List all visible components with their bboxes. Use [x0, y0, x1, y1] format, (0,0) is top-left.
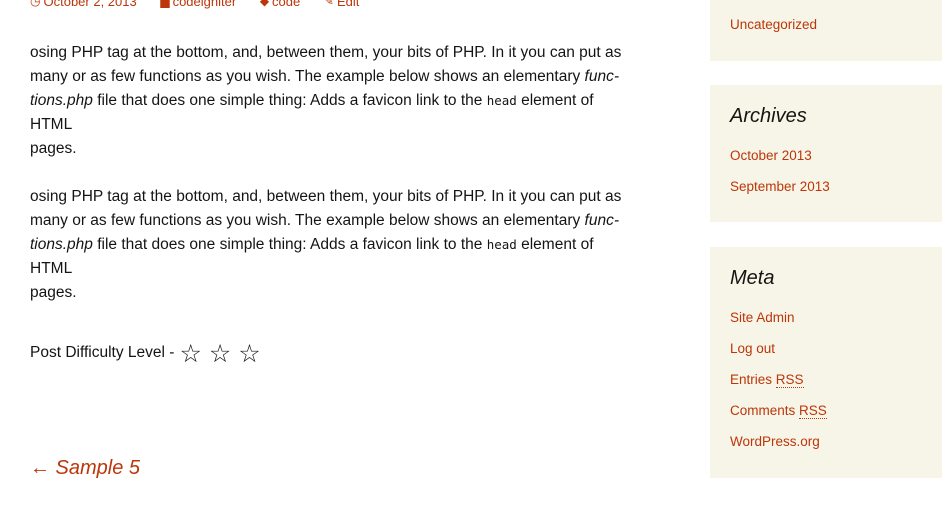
post-difficulty: Post Difficulty Level - ☆ ☆ ☆: [30, 338, 268, 368]
difficulty-label: Post Difficulty Level -: [30, 344, 175, 361]
categories-clipped-item[interactable]: ▬: [730, 0, 744, 3]
code-snippet: head: [486, 237, 517, 252]
code-snippet: head: [486, 93, 517, 108]
post-category[interactable]: ▆ codeigniter: [160, 0, 236, 9]
meta-entries-rss[interactable]: Entries RSS: [730, 372, 804, 388]
post-tag[interactable]: ◆ code: [260, 0, 300, 9]
edit-link[interactable]: Edit: [337, 0, 359, 9]
meta-widget: Meta Site Admin Log out Entries RSS Comm…: [710, 247, 942, 478]
archives-title: Archives: [730, 105, 807, 127]
meta-site-admin[interactable]: Site Admin: [730, 310, 795, 325]
star-icon[interactable]: ☆: [179, 341, 201, 366]
tag-icon: ◆: [259, 0, 270, 8]
tag-link[interactable]: code: [272, 0, 300, 9]
pencil-icon: ✎: [323, 0, 334, 8]
archives-widget: Archives October 2013 September 2013: [710, 85, 942, 222]
post-date[interactable]: ◷ October 2, 2013: [30, 0, 137, 9]
archive-item[interactable]: October 2013: [730, 148, 812, 163]
folder-icon: ▆: [160, 0, 170, 8]
category-uncategorized[interactable]: Uncategorized: [730, 17, 817, 32]
previous-post-link[interactable]: ← Sample 5: [30, 457, 140, 480]
content-paragraph: osing PHP tag at the bottom, and, betwee…: [30, 188, 622, 301]
categories-widget: ▬ Uncategorized: [710, 0, 942, 61]
meta-title: Meta: [730, 267, 775, 289]
post-edit[interactable]: ✎ Edit: [324, 0, 359, 9]
star-icon[interactable]: ☆: [209, 341, 231, 366]
archive-item[interactable]: September 2013: [730, 179, 830, 194]
star-icon[interactable]: ☆: [238, 341, 260, 366]
meta-comments-rss[interactable]: Comments RSS: [730, 403, 827, 419]
star-rating: ☆ ☆ ☆: [179, 341, 267, 366]
post-meta: ◷ October 2, 2013 ▆ codeigniter ◆ code ✎…: [30, 0, 379, 9]
meta-wordpress-org[interactable]: WordPress.org: [730, 434, 820, 449]
meta-log-out[interactable]: Log out: [730, 341, 775, 356]
post-date-link[interactable]: October 2, 2013: [43, 0, 136, 9]
category-link[interactable]: codeigniter: [173, 0, 237, 9]
clock-icon: ◷: [30, 0, 41, 8]
post-content: osing PHP tag at the bottom, and, betwee…: [30, 41, 630, 329]
content-paragraph: osing PHP tag at the bottom, and, betwee…: [30, 44, 622, 157]
